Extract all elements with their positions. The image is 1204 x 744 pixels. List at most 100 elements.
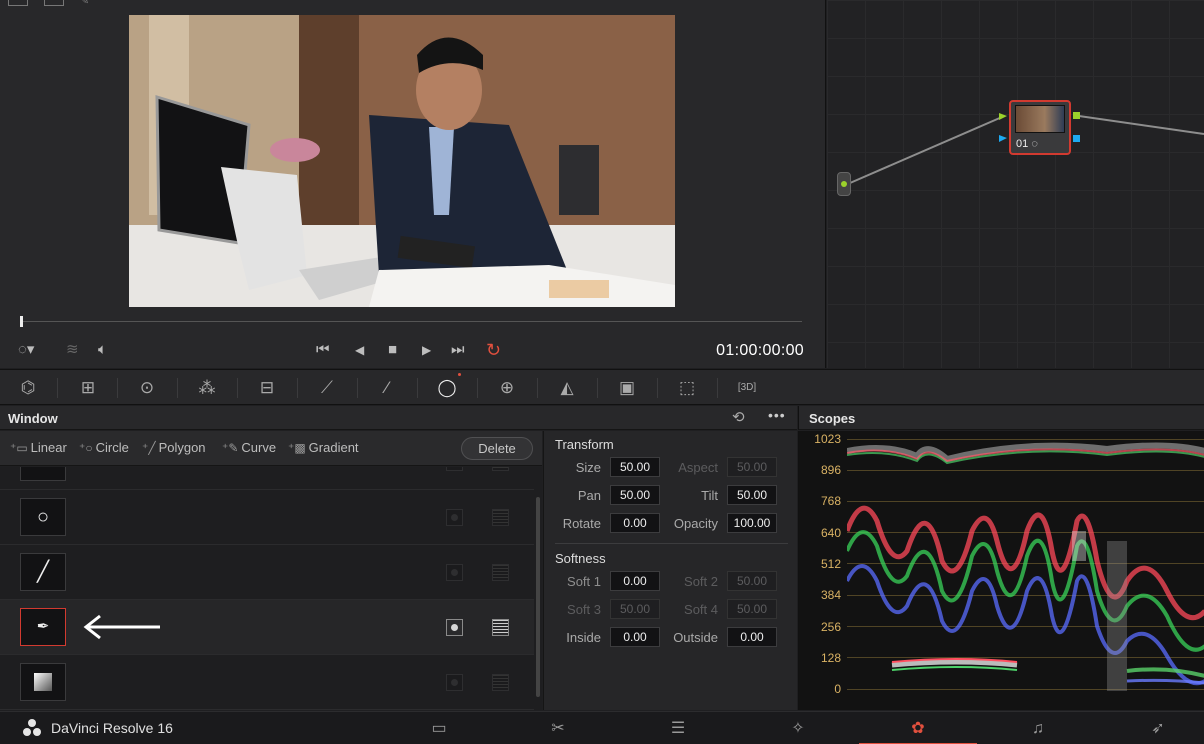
window-enable-toggle[interactable] xyxy=(446,509,463,526)
play-reverse-icon[interactable]: ◀ xyxy=(355,336,364,364)
window-enable-toggle[interactable] xyxy=(446,564,463,581)
size-field[interactable]: 50.00 xyxy=(610,457,660,477)
pan-field[interactable]: 50.00 xyxy=(610,485,660,505)
window-panel-header: Window ⟲ ••• xyxy=(0,406,797,430)
3d-icon[interactable]: [3D] xyxy=(733,375,761,401)
linear-button[interactable]: ⁺▭ Linear xyxy=(10,440,67,455)
softness-title: Softness xyxy=(555,551,606,566)
soft3-field[interactable]: 50.00 xyxy=(610,599,660,619)
gradient-window-icon: ⁺▩ xyxy=(288,441,306,455)
scopes-header: Scopes xyxy=(798,406,1204,430)
waveform-scope: 1023 896 768 640 512 384 256 128 0 xyxy=(798,431,1204,710)
scope-tick: 768 xyxy=(820,494,841,508)
skip-to-start-icon[interactable]: ⏮︎ xyxy=(316,336,330,364)
motion-effects-icon[interactable]: ⊟ xyxy=(253,375,281,401)
fusion-page-icon[interactable]: ✧ xyxy=(739,712,857,744)
node-thumbnail xyxy=(1015,105,1065,133)
viewer-frame[interactable] xyxy=(129,15,675,307)
soft3-label: Soft 3 xyxy=(567,602,601,617)
circle-window-icon[interactable]: ○ xyxy=(20,498,66,536)
window-enable-toggle[interactable] xyxy=(446,619,463,636)
more-options-icon[interactable]: ••• xyxy=(768,407,786,423)
linear-window-icon[interactable]: ▭ xyxy=(20,467,66,481)
arrow-annotation-icon xyxy=(83,614,160,640)
tilt-label: Tilt xyxy=(701,488,718,503)
soft2-field[interactable]: 50.00 xyxy=(727,571,777,591)
section-divider xyxy=(555,543,788,544)
edit-page-icon[interactable]: ☰ xyxy=(619,712,737,744)
window-invert-toggle[interactable] xyxy=(492,467,509,471)
opacity-field[interactable]: 100.00 xyxy=(727,513,777,533)
camera-raw-icon[interactable]: ⌬ xyxy=(14,375,42,401)
media-page-icon[interactable]: ▭ xyxy=(380,712,498,744)
transport-controls: ◌▾ ≋ 🔈︎ ⏮︎ ◀ ■ ▶ ⏭︎ ↻ 01:00:00:00 xyxy=(0,336,826,366)
soft4-field[interactable]: 50.00 xyxy=(727,599,777,619)
corrector-node-01[interactable]: 01 ◌ xyxy=(1009,100,1071,155)
node-label: 01 ◌ xyxy=(1016,138,1038,150)
sizing-icon[interactable]: ⬚ xyxy=(673,375,701,401)
rgb-mixer-icon[interactable]: ⁂ xyxy=(193,375,221,401)
deliver-page-icon[interactable]: ➶ xyxy=(1099,712,1204,744)
curve-window-icon[interactable]: ✒ xyxy=(20,608,66,646)
inside-field[interactable]: 0.00 xyxy=(610,627,660,647)
qualifier-icon[interactable]: ⁄ xyxy=(373,375,401,401)
soft1-label: Soft 1 xyxy=(567,574,601,589)
window-tool-icon[interactable]: ◯ xyxy=(433,375,461,401)
window-invert-toggle[interactable] xyxy=(492,564,509,581)
gradient-window-icon[interactable] xyxy=(20,663,66,701)
polygon-window-icon: ⁺╱ xyxy=(142,441,156,455)
cut-page-icon[interactable]: ✂ xyxy=(499,712,617,744)
aspect-label: Aspect xyxy=(678,460,718,475)
viewer-layout-icon[interactable] xyxy=(44,0,64,6)
layers-icon[interactable]: ≋ xyxy=(66,336,79,364)
playhead[interactable] xyxy=(20,316,23,327)
polygon-button[interactable]: ⁺╱ Polygon xyxy=(142,440,206,455)
tilt-field[interactable]: 50.00 xyxy=(727,485,777,505)
tracker-icon[interactable]: ⊕ xyxy=(493,375,521,401)
skip-to-end-icon[interactable]: ⏭︎ xyxy=(451,336,465,364)
key-icon[interactable]: ▣ xyxy=(613,375,641,401)
node-graph[interactable]: 01 ◌ xyxy=(827,0,1204,368)
curve-button[interactable]: ⁺✎ Curve xyxy=(222,440,276,455)
window-invert-toggle[interactable] xyxy=(492,619,509,636)
gradient-button[interactable]: ⁺▩ Gradient xyxy=(288,440,359,455)
magic-wand-icon[interactable]: ✎ xyxy=(80,0,100,7)
aspect-field[interactable]: 50.00 xyxy=(727,457,777,477)
window-enable-toggle[interactable] xyxy=(446,467,463,471)
onscreen-controls-icon[interactable]: ◌▾ xyxy=(18,336,34,364)
viewer-mode-icon[interactable] xyxy=(8,0,28,6)
volume-icon[interactable]: 🔈︎ xyxy=(98,336,107,364)
delete-button[interactable]: Delete xyxy=(461,437,533,460)
color-match-icon[interactable]: ⊞ xyxy=(74,375,102,401)
window-row-gradient[interactable] xyxy=(0,655,534,710)
loop-icon[interactable]: ↻ xyxy=(486,336,501,364)
curves-icon[interactable]: ⟋ xyxy=(313,375,341,401)
stop-icon[interactable]: ■ xyxy=(388,336,397,364)
window-enable-toggle[interactable] xyxy=(446,674,463,691)
scope-tick: 896 xyxy=(820,463,841,477)
blur-icon[interactable]: ◭ xyxy=(553,375,581,401)
scope-tick: 256 xyxy=(820,620,841,634)
reset-icon[interactable]: ⟲ xyxy=(732,408,745,426)
inside-label: Inside xyxy=(566,630,601,645)
play-icon[interactable]: ▶ xyxy=(422,336,431,364)
window-row-linear[interactable]: ▭ xyxy=(0,467,534,490)
window-row-polygon[interactable]: ╱ xyxy=(0,545,534,600)
polygon-window-icon[interactable]: ╱ xyxy=(20,553,66,591)
window-invert-toggle[interactable] xyxy=(492,509,509,526)
window-row-circle[interactable]: ○ xyxy=(0,490,534,545)
soft1-field[interactable]: 0.00 xyxy=(610,571,660,591)
window-shape-toolbar: ⁺▭ Linear ⁺○ Circle ⁺╱ Polygon ⁺✎ Curve ⁺▩ Gr… xyxy=(0,431,542,466)
color-wheels-icon[interactable]: ⊙ xyxy=(133,375,161,401)
outside-field[interactable]: 0.00 xyxy=(727,627,777,647)
window-invert-toggle[interactable] xyxy=(492,674,509,691)
source-node[interactable] xyxy=(837,172,851,196)
transform-title: Transform xyxy=(555,437,614,452)
circle-button[interactable]: ⁺○ Circle xyxy=(79,440,129,455)
rotate-field[interactable]: 0.00 xyxy=(610,513,660,533)
color-page-icon[interactable]: ✿ xyxy=(859,712,977,744)
scopes-title: Scopes xyxy=(809,411,856,426)
window-panel-title: Window xyxy=(8,411,58,426)
fairlight-page-icon[interactable]: ♫ xyxy=(979,712,1097,744)
timeline-scrubber[interactable] xyxy=(20,321,802,322)
